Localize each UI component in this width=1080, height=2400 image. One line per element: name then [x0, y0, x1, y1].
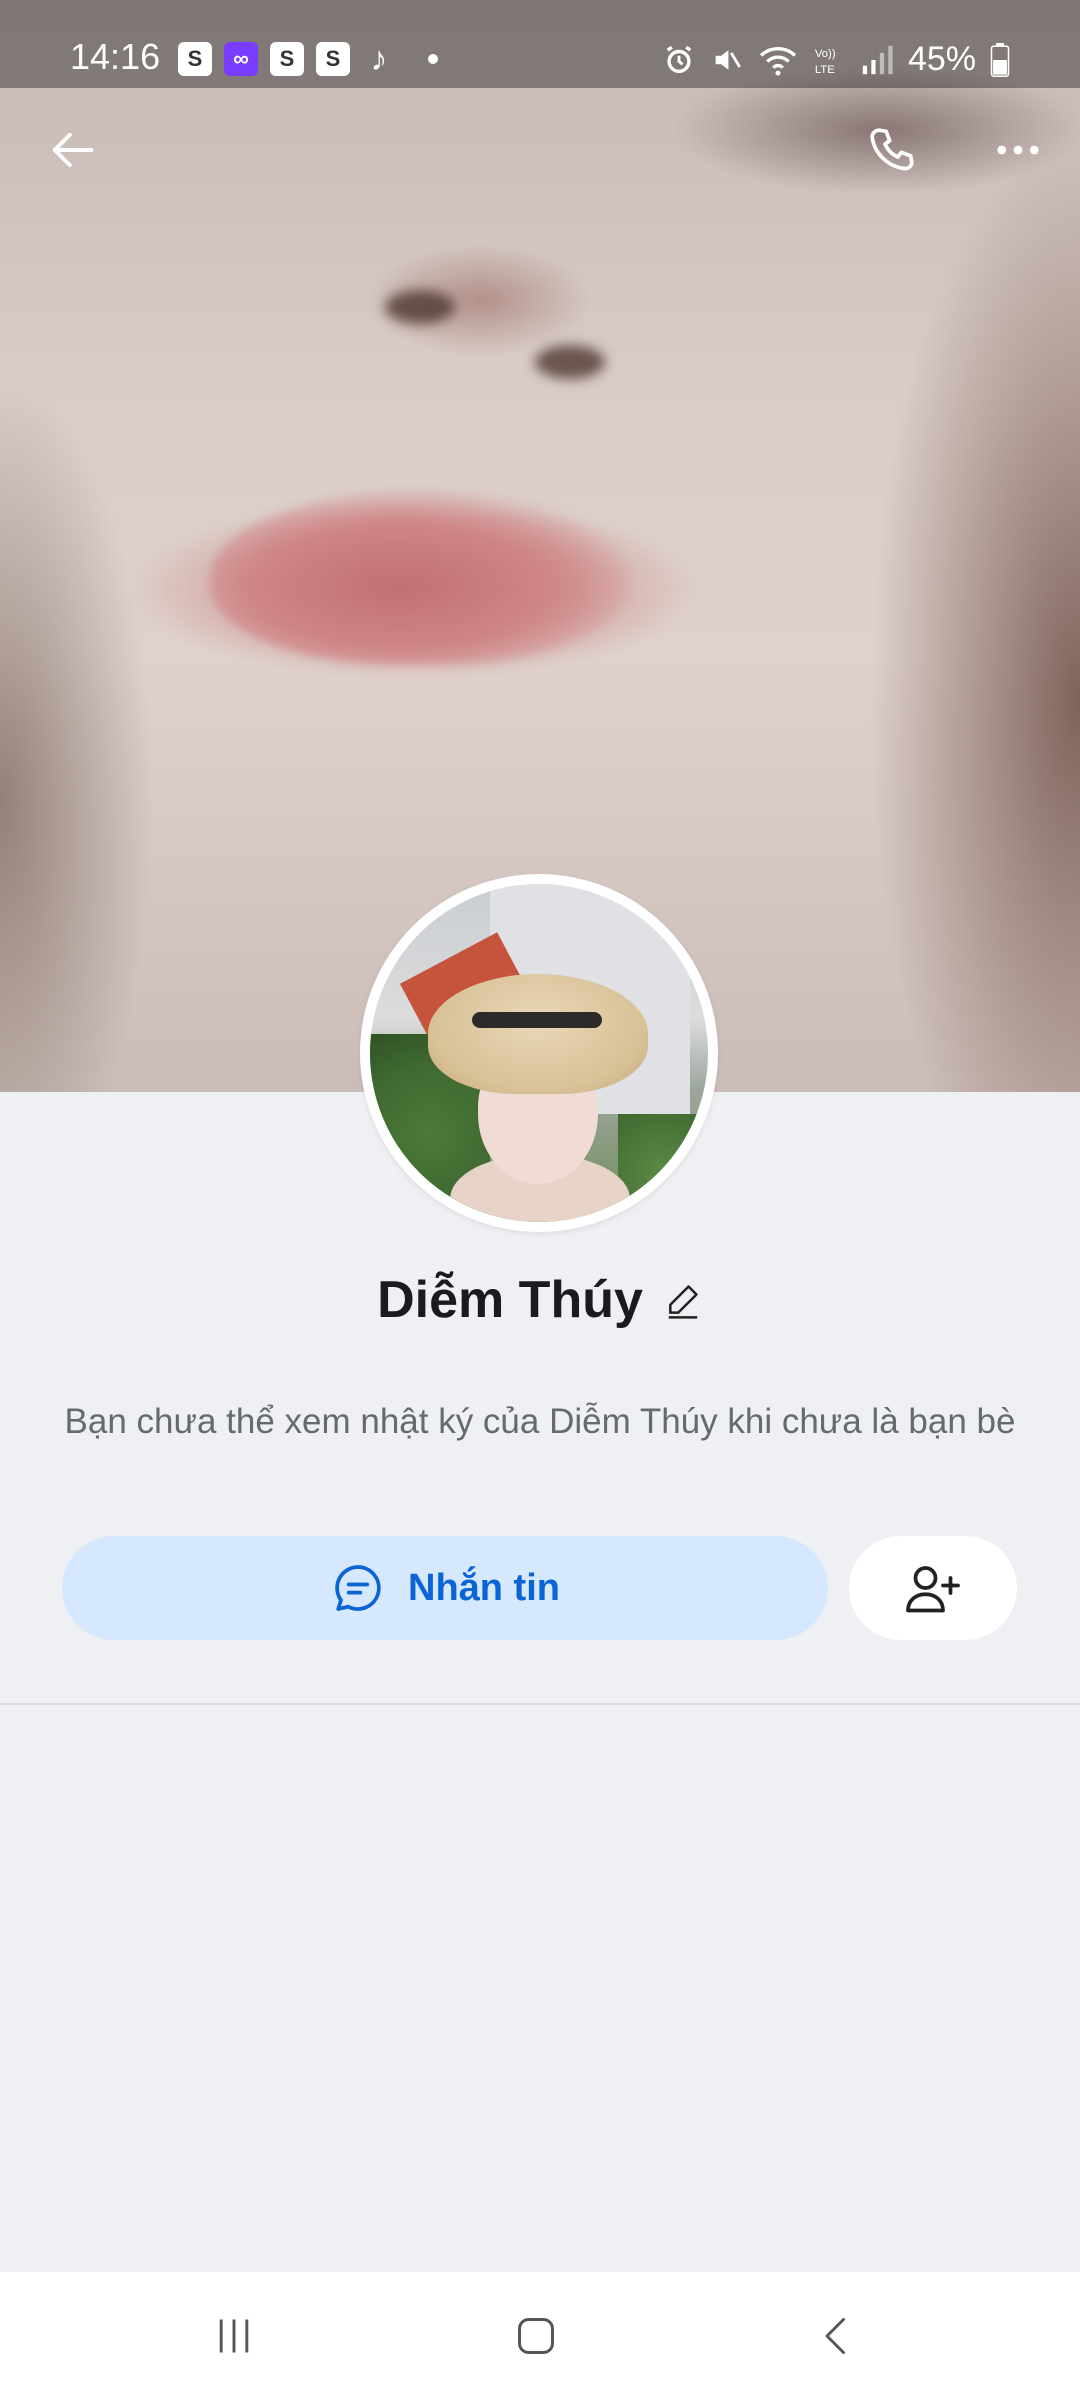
system-icons: Vo)) LTE 45%	[662, 40, 1010, 79]
volte-icon: Vo)) LTE	[815, 48, 836, 76]
battery-icon	[990, 42, 1010, 77]
back-button[interactable]	[32, 110, 112, 190]
pencil-icon	[668, 1285, 698, 1319]
add-friend-icon	[906, 1566, 960, 1613]
back-arrow-icon	[52, 132, 94, 168]
profile-name-row: Diễm Thúy	[0, 1270, 1080, 1330]
avatar-detail	[618, 1114, 708, 1222]
not-friends-notice: Bạn chưa thể xem nhật ký của Diễm Thúy k…	[64, 1402, 1016, 1441]
chat-bubble-icon	[335, 1565, 381, 1611]
mute-icon	[715, 49, 741, 70]
wifi-icon	[759, 46, 797, 76]
cover-photo-detail	[535, 345, 605, 379]
cover-photo-detail	[210, 490, 630, 665]
battery-percentage: 45%	[907, 40, 976, 78]
home-button[interactable]	[476, 2292, 596, 2380]
signal-icon	[862, 45, 893, 74]
cover-photo-detail	[385, 290, 455, 324]
avatar-detail	[428, 974, 648, 1094]
more-options-button[interactable]	[978, 110, 1058, 190]
more-notifications-icon	[428, 54, 438, 64]
tiktok-icon: ♪	[370, 39, 388, 78]
alarm-icon	[666, 45, 692, 73]
avatar-detail	[472, 1012, 602, 1028]
recent-apps-icon	[219, 2319, 249, 2353]
avatar[interactable]	[370, 884, 708, 1222]
notification-icons: S ∞ S S ♪	[178, 39, 438, 78]
avatar-container[interactable]	[360, 874, 718, 1232]
status-time: 14:16	[70, 36, 161, 77]
edit-name-button[interactable]	[663, 1280, 703, 1320]
status-bar: 14:16 S ∞ S S ♪ Vo)) LTE 45%	[0, 0, 1080, 88]
system-navigation-bar	[0, 2272, 1080, 2400]
shopee-icon: S	[178, 42, 212, 76]
home-icon	[518, 2318, 554, 2354]
svg-text:LTE: LTE	[815, 63, 835, 75]
chevron-left-icon	[825, 2318, 845, 2354]
back-nav-button[interactable]	[778, 2292, 898, 2380]
add-friend-button[interactable]	[849, 1536, 1017, 1640]
call-button[interactable]	[852, 110, 932, 190]
phone-icon	[870, 128, 914, 171]
message-button-label: Nhắn tin	[408, 1566, 560, 1609]
shopee-icon: S	[316, 42, 350, 76]
recent-apps-button[interactable]	[174, 2292, 294, 2380]
shopee-icon: S	[270, 42, 304, 76]
infinity-app-icon: ∞	[224, 42, 258, 76]
more-horizontal-icon	[997, 145, 1039, 155]
svg-text:Vo)): Vo))	[815, 48, 836, 60]
message-button[interactable]: Nhắn tin	[62, 1536, 828, 1640]
profile-name: Diễm Thúy	[377, 1271, 643, 1329]
section-divider	[0, 1703, 1080, 1705]
